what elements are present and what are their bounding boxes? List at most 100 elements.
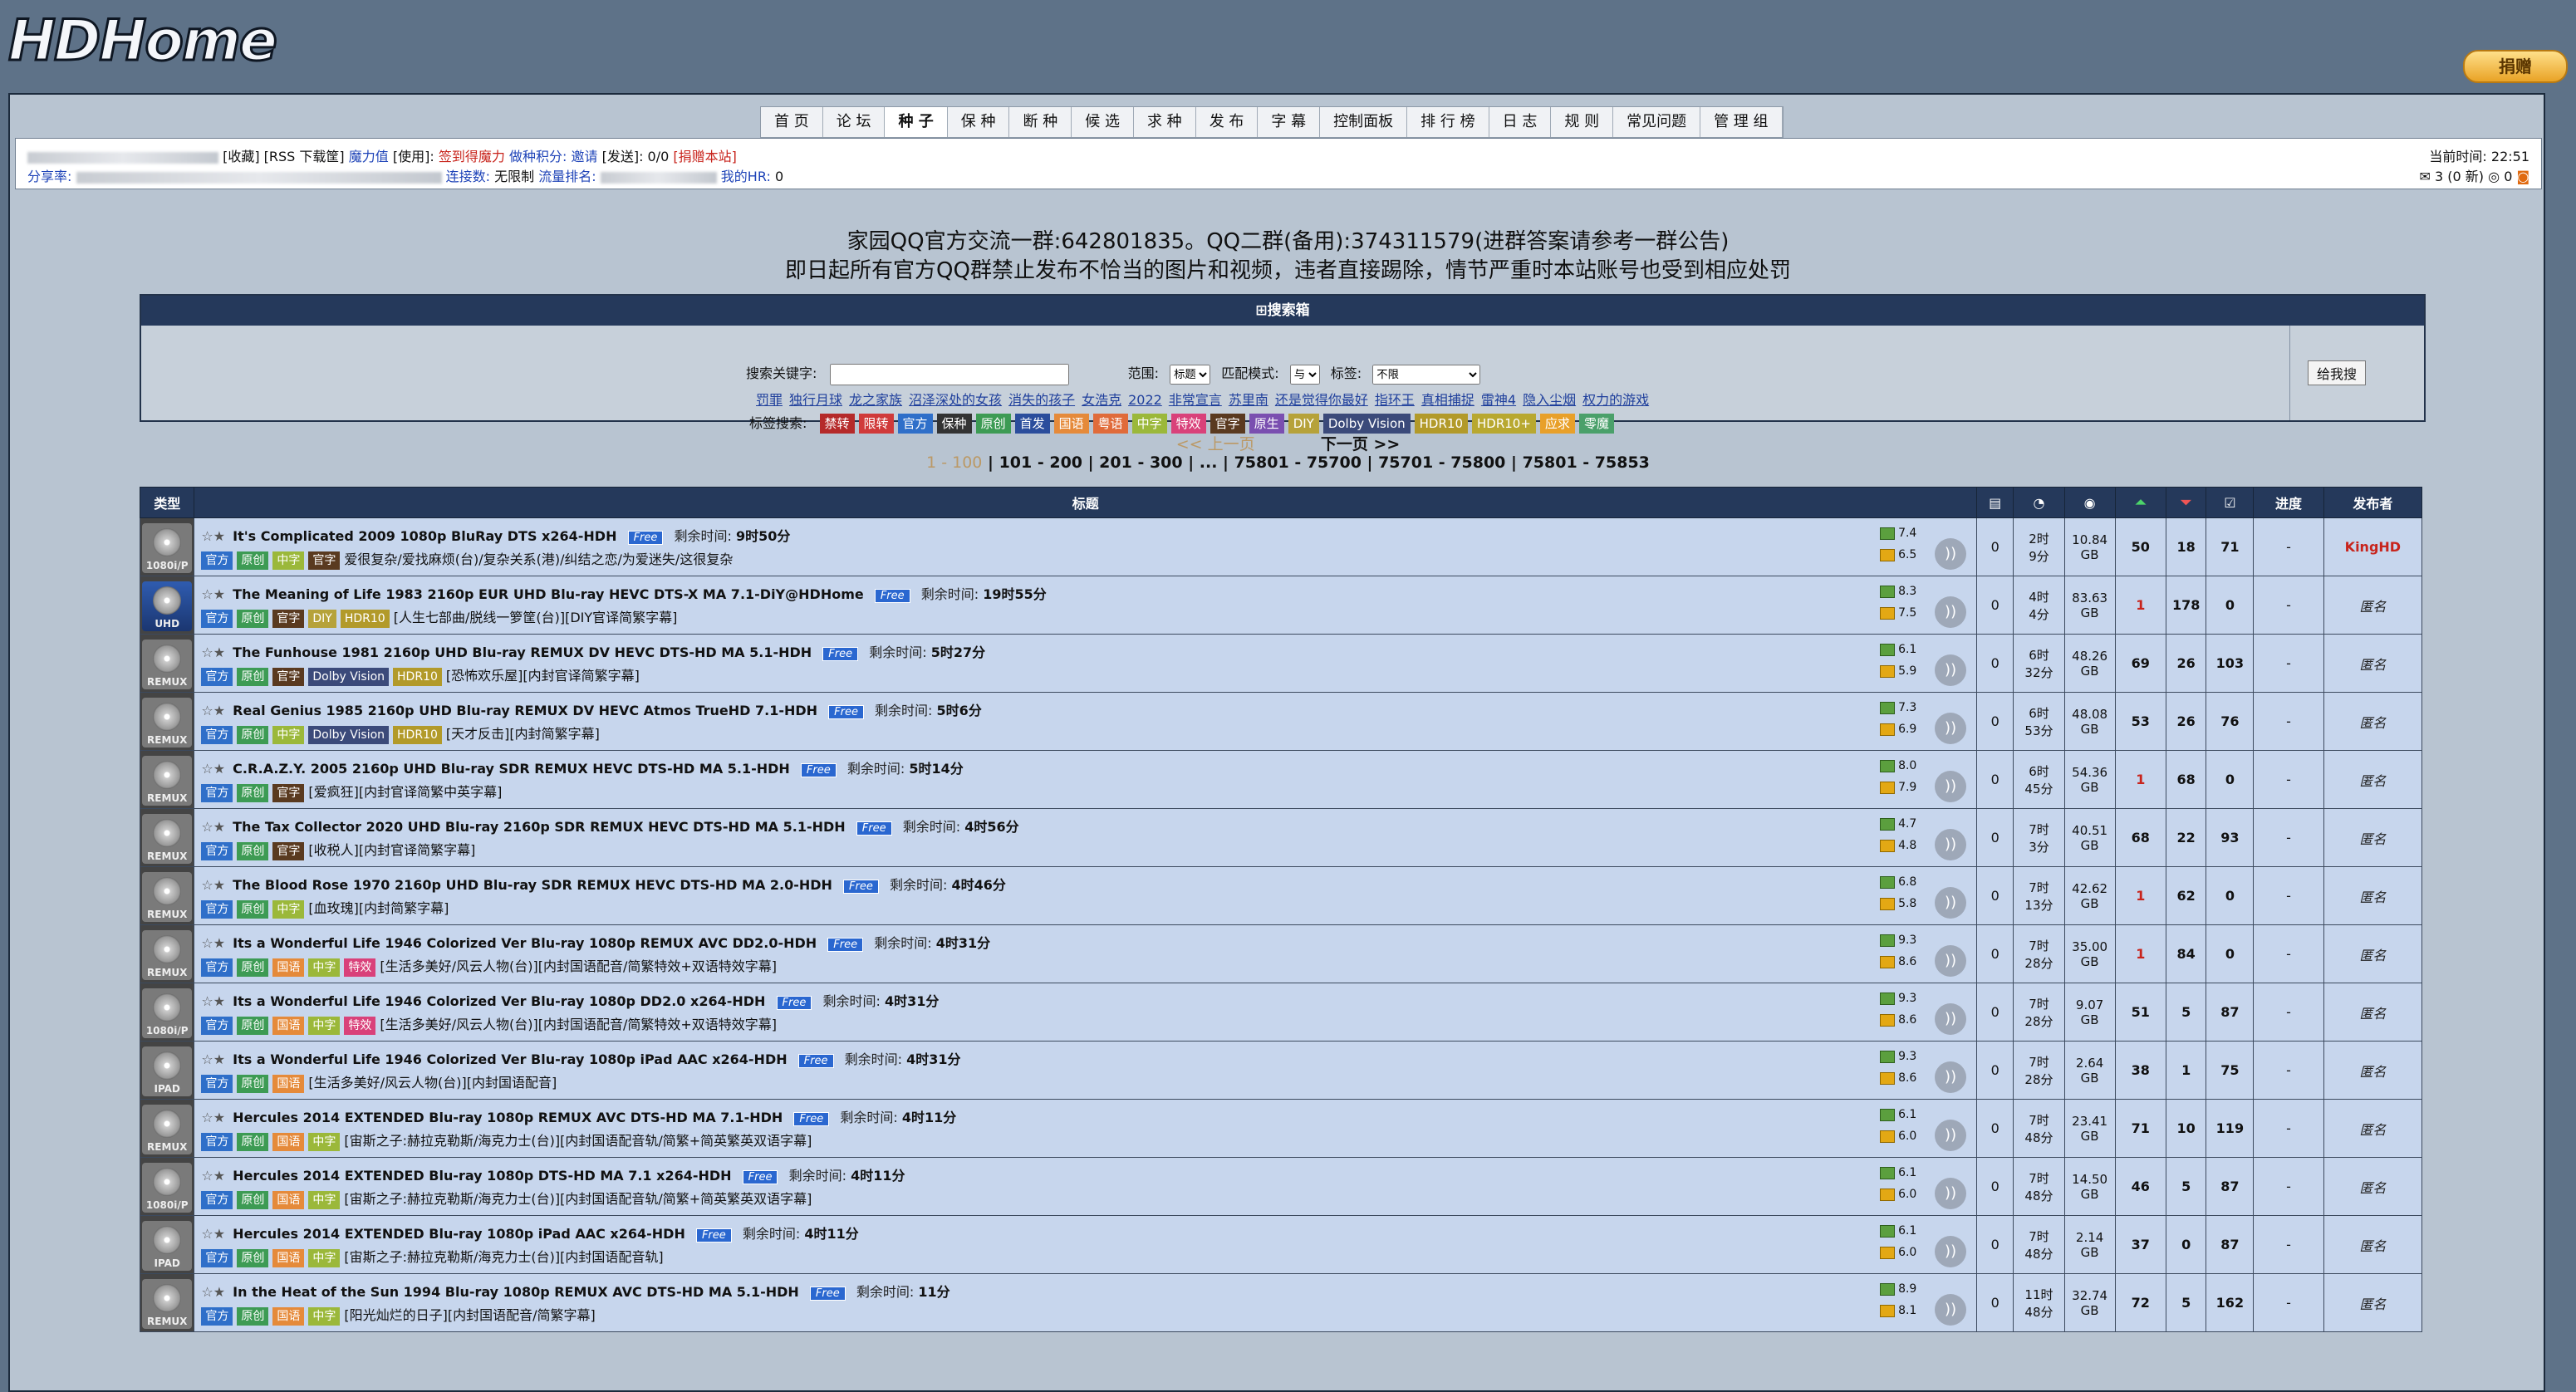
douban-icon[interactable] <box>1880 897 1896 910</box>
bookmark-star-icon[interactable]: ☆★ <box>201 1284 225 1300</box>
quick-search-link[interactable]: 还是觉得你最好 <box>1275 392 1368 408</box>
leechers-count[interactable]: 178 <box>2165 576 2207 635</box>
clock-icon[interactable]: ◔ <box>2013 487 2065 518</box>
category-cell[interactable]: REMUX <box>139 634 195 693</box>
category-cell[interactable]: REMUX <box>139 1099 195 1158</box>
completed-count[interactable]: 0 <box>2206 576 2255 635</box>
rss-download-icon[interactable]: )) <box>1935 1003 1967 1035</box>
uploader[interactable]: 匿名 <box>2323 983 2423 1042</box>
quick-search-link[interactable]: 2022 <box>1128 392 1162 408</box>
quick-search-link[interactable]: 隐入尘烟 <box>1523 392 1576 408</box>
signin-link[interactable]: 签到得魔力 <box>439 149 505 164</box>
category-cell[interactable]: REMUX <box>139 808 195 867</box>
completed-count[interactable]: 75 <box>2206 1041 2255 1100</box>
quick-search-link[interactable]: 沼泽深处的女孩 <box>909 392 1002 408</box>
imdb-icon[interactable] <box>1880 701 1896 714</box>
table-row[interactable]: 1080i/P ☆★ It's Complicated 2009 1080p B… <box>139 517 2423 576</box>
category-icon[interactable]: REMUX <box>142 814 193 864</box>
tag-filter-button[interactable]: 特效 <box>1170 414 1206 434</box>
my-hr-label[interactable]: 我的HR: <box>721 169 771 184</box>
table-row[interactable]: REMUX ☆★ The Tax Collector 2020 UHD Blu-… <box>139 808 2423 867</box>
uploader[interactable]: KingHD <box>2323 517 2423 576</box>
comments-count[interactable]: 0 <box>1976 750 2014 809</box>
nav-item[interactable]: 常见问题 <box>1613 107 1701 137</box>
scope-select[interactable]: 标题 <box>1170 364 1211 385</box>
seeders-count[interactable]: 71 <box>2114 1099 2166 1158</box>
rss-icon[interactable]: ◙ <box>2516 169 2529 184</box>
tag-filter-button[interactable]: 原创 <box>975 414 1011 434</box>
tag-filter-button[interactable]: HDR10+ <box>1472 414 1536 434</box>
uploader[interactable]: 匿名 <box>2323 1215 2423 1274</box>
torrent-name-link[interactable]: Hercules 2014 EXTENDED Blu-ray 1080p iPa… <box>233 1226 685 1242</box>
bookmark-star-icon[interactable]: ☆★ <box>201 993 225 1009</box>
completed-count[interactable]: 87 <box>2206 1215 2255 1274</box>
uploader[interactable]: 匿名 <box>2323 1157 2423 1216</box>
quick-search-link[interactable]: 龙之家族 <box>849 392 902 408</box>
completed-count[interactable]: 0 <box>2206 750 2255 809</box>
douban-icon[interactable] <box>1880 1188 1896 1201</box>
rss-download-icon[interactable]: )) <box>1935 945 1967 977</box>
imdb-icon[interactable] <box>1880 817 1896 831</box>
messages-count[interactable]: 3 (0 新) <box>2435 169 2484 184</box>
douban-icon[interactable] <box>1880 1246 1896 1259</box>
category-icon[interactable]: REMUX <box>142 1105 193 1154</box>
tag-filter-button[interactable]: 首发 <box>1014 414 1050 434</box>
tag-filter-button[interactable]: 国语 <box>1053 414 1089 434</box>
imdb-icon[interactable] <box>1880 1108 1896 1121</box>
bookmark-star-icon[interactable]: ☆★ <box>201 819 225 835</box>
torrent-name-link[interactable]: The Blood Rose 1970 2160p UHD Blu-ray SD… <box>233 877 832 893</box>
page-ranges[interactable]: 1 - 100 | 101 - 200 | 201 - 300 | ... | … <box>0 453 2576 472</box>
torrent-name-link[interactable]: Hercules 2014 EXTENDED Blu-ray 1080p DTS… <box>233 1168 731 1184</box>
category-cell[interactable]: 1080i/P <box>139 983 195 1042</box>
tag-filter-button[interactable]: DIY <box>1288 414 1319 434</box>
rss-download-icon[interactable]: )) <box>1935 1061 1967 1093</box>
seeders-count[interactable]: 50 <box>2114 517 2166 576</box>
bookmark-star-icon[interactable]: ☆★ <box>201 703 225 718</box>
nav-item[interactable]: 日 志 <box>1489 107 1552 137</box>
completed-count[interactable]: 119 <box>2206 1099 2255 1158</box>
tag-select[interactable]: 不限 <box>1372 364 1481 385</box>
tag-filter-button[interactable]: 官方 <box>897 414 933 434</box>
donate-button[interactable]: 捐赠 <box>2463 50 2568 83</box>
leechers-icon[interactable]: ⏷ <box>2165 487 2207 518</box>
quick-search-link[interactable]: 罚罪 <box>756 392 783 408</box>
douban-icon[interactable] <box>1880 1071 1896 1085</box>
site-logo[interactable]: HDHome <box>7 7 279 76</box>
category-icon[interactable]: 1080i/P <box>142 1163 193 1213</box>
rss-download-icon[interactable]: )) <box>1935 1236 1967 1267</box>
uploader[interactable]: 匿名 <box>2323 1041 2423 1100</box>
torrent-name-link[interactable]: In the Heat of the Sun 1994 Blu-ray 1080… <box>233 1284 799 1300</box>
comments-count[interactable]: 0 <box>1976 517 2014 576</box>
category-icon[interactable]: REMUX <box>142 756 193 806</box>
table-row[interactable]: 1080i/P ☆★ Hercules 2014 EXTENDED Blu-ra… <box>139 1157 2423 1216</box>
tag-filter-button[interactable]: 限转 <box>858 414 894 434</box>
table-row[interactable]: REMUX ☆★ Its a Wonderful Life 1946 Color… <box>139 924 2423 983</box>
table-row[interactable]: IPAD ☆★ Its a Wonderful Life 1946 Colori… <box>139 1041 2423 1100</box>
douban-icon[interactable] <box>1880 839 1896 852</box>
douban-icon[interactable] <box>1880 955 1896 968</box>
bookmark-star-icon[interactable]: ☆★ <box>201 935 225 951</box>
search-box-header[interactable]: ⊞搜索箱 <box>141 296 2424 326</box>
comments-count[interactable]: 0 <box>1976 1157 2014 1216</box>
torrent-name-link[interactable]: Real Genius 1985 2160p UHD Blu-ray REMUX… <box>233 703 817 718</box>
completed-count[interactable]: 0 <box>2206 866 2255 925</box>
tag-filter-button[interactable]: 零魔 <box>1578 414 1614 434</box>
nav-item[interactable]: 种 子 <box>885 107 948 137</box>
leechers-count[interactable]: 5 <box>2165 983 2207 1042</box>
torrent-name-link[interactable]: Its a Wonderful Life 1946 Colorized Ver … <box>233 993 765 1009</box>
torrent-name-link[interactable]: It's Complicated 2009 1080p BluRay DTS x… <box>233 528 616 544</box>
seeders-count[interactable]: 38 <box>2114 1041 2166 1100</box>
header-type[interactable]: 类型 <box>139 487 195 518</box>
comments-icon[interactable]: ▤ <box>1976 487 2014 518</box>
comments-count[interactable]: 0 <box>1976 1215 2014 1274</box>
rss-download-icon[interactable]: )) <box>1935 538 1967 570</box>
category-cell[interactable]: REMUX <box>139 750 195 809</box>
uploader[interactable]: 匿名 <box>2323 1273 2423 1332</box>
imdb-icon[interactable] <box>1880 643 1896 656</box>
completed-count[interactable]: 0 <box>2206 924 2255 983</box>
quick-search-link[interactable]: 女浩克 <box>1082 392 1121 408</box>
nav-item[interactable]: 候 选 <box>1072 107 1134 137</box>
nav-item[interactable]: 规 则 <box>1551 107 1614 137</box>
invite-link[interactable]: 邀请 <box>571 149 597 164</box>
table-row[interactable]: REMUX ☆★ Real Genius 1985 2160p UHD Blu-… <box>139 692 2423 751</box>
